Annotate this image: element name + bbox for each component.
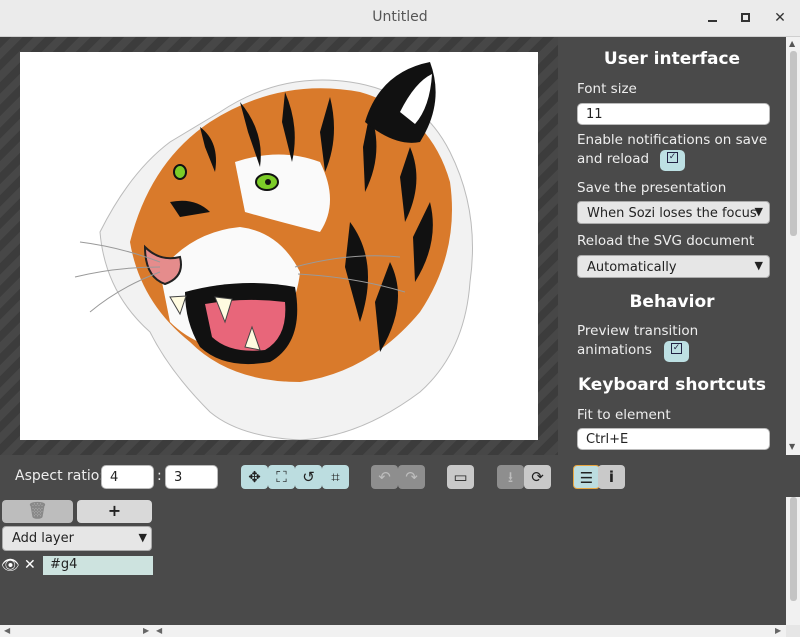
window-title: Untitled (372, 9, 428, 25)
rotate-button[interactable]: ↺ (295, 465, 322, 489)
maximize-icon (741, 13, 750, 22)
rotate-icon: ↺ (302, 468, 315, 486)
notify-checkbox[interactable] (660, 150, 685, 171)
chevron-down-icon: ▼ (754, 205, 763, 218)
layer-name[interactable]: #g4 (43, 556, 153, 575)
download-icon: ⭳ (507, 468, 514, 486)
scroll-left-icon[interactable]: ◀ (156, 626, 162, 635)
delete-button[interactable]: 🗑 (2, 500, 73, 523)
crop-button[interactable]: ⌗ (322, 465, 349, 489)
svg-canvas[interactable] (20, 52, 538, 440)
notify-label: Enable notifications on save (577, 132, 768, 148)
minimize-icon (708, 20, 717, 22)
reload-label: Reload the SVG document (577, 233, 755, 249)
add-layer-label: Add layer (12, 531, 74, 546)
preview-checkbox[interactable] (664, 341, 689, 362)
notify-label-2: and reload (577, 151, 650, 167)
redo-button[interactable]: ↷ (398, 465, 425, 489)
toolbar: Aspect ratio: 4 : 3 ✥ ⛶ ↺ ⌗ ↶ ↷ ▭ ⭳ ⟳ ☰ … (0, 455, 800, 497)
minimize-button[interactable] (702, 8, 724, 28)
aspect-separator: : (157, 468, 162, 484)
close-button[interactable]: ✕ (769, 8, 791, 28)
preview-area[interactable] (0, 37, 558, 455)
presentation-button[interactable]: ▭ (447, 465, 474, 489)
section-keyboard-shortcuts: Keyboard shortcuts (577, 375, 767, 395)
font-size-field[interactable]: 11 (577, 103, 770, 125)
fit-shortcut-field[interactable]: Ctrl+E (577, 428, 770, 450)
scrollbar-thumb[interactable] (790, 497, 797, 601)
scrollbar-corner (786, 625, 800, 637)
reload-icon: ⟳ (531, 468, 544, 486)
info-button[interactable]: i (598, 465, 625, 489)
add-button[interactable]: + (77, 500, 152, 523)
tiger-illustration (74, 62, 473, 440)
scroll-right-icon[interactable]: ▶ (775, 626, 781, 635)
scroll-left-icon[interactable]: ◀ (4, 626, 10, 635)
add-layer-select[interactable]: Add layer ▼ (2, 526, 152, 551)
reload-button[interactable]: ⟳ (524, 465, 551, 489)
move-icon: ✥ (248, 468, 261, 486)
layers-area: 🗑 + Add layer ▼ 👁 ✕ #g4 (0, 497, 786, 625)
save-select-value: When Sozi loses the focus (587, 206, 757, 221)
properties-panel: User interface Font size 11 Enable notif… (558, 37, 786, 455)
section-behavior: Behavior (629, 292, 715, 312)
remove-layer-icon[interactable]: ✕ (24, 556, 38, 574)
redo-icon: ↷ (405, 468, 418, 486)
reload-select-value: Automatically (587, 260, 677, 275)
horizontal-scrollbar[interactable]: ◀ ▶ ◀ ▶ (0, 625, 786, 637)
scrollbar-thumb[interactable] (790, 51, 797, 236)
aspect-ratio-label: Aspect ratio: (15, 468, 105, 484)
fit-icon: ⛶ (276, 468, 287, 486)
trash-icon: 🗑 (27, 501, 48, 520)
maximize-button[interactable] (735, 8, 757, 28)
panel-scrollbar[interactable]: ▲ ▼ (786, 37, 800, 455)
undo-icon: ↶ (378, 468, 391, 486)
aspect-height-field[interactable]: 3 (165, 465, 218, 489)
scroll-up-icon[interactable]: ▲ (789, 39, 795, 48)
eye-icon[interactable]: 👁 (1, 556, 20, 574)
preview-label-2: animations (577, 342, 652, 358)
layers-scrollbar[interactable] (786, 497, 800, 625)
plus-icon: + (107, 501, 122, 520)
scroll-down-icon[interactable]: ▼ (789, 442, 795, 451)
crop-icon: ⌗ (331, 468, 340, 486)
presentation-icon: ▭ (453, 468, 468, 486)
scroll-right-icon[interactable]: ▶ (143, 626, 149, 635)
fit-label: Fit to element (577, 407, 671, 423)
chevron-down-icon: ▼ (138, 531, 147, 544)
section-user-interface: User interface (603, 49, 741, 69)
properties-button[interactable]: ☰ (573, 465, 600, 489)
download-button[interactable]: ⭳ (497, 465, 524, 489)
font-size-label: Font size (577, 81, 637, 97)
info-icon: i (608, 468, 615, 486)
title-bar: Untitled ✕ (0, 0, 800, 37)
preview-label: Preview transition (577, 323, 699, 339)
properties-icon: ☰ (579, 469, 594, 487)
save-select[interactable]: When Sozi loses the focus ▼ (577, 201, 770, 224)
save-label: Save the presentation (577, 180, 727, 196)
reload-select[interactable]: Automatically ▼ (577, 255, 770, 278)
aspect-width-field[interactable]: 4 (101, 465, 154, 489)
undo-button[interactable]: ↶ (371, 465, 398, 489)
move-button[interactable]: ✥ (241, 465, 268, 489)
close-icon: ✕ (774, 10, 786, 26)
chevron-down-icon: ▼ (754, 259, 763, 272)
fit-button[interactable]: ⛶ (268, 465, 295, 489)
